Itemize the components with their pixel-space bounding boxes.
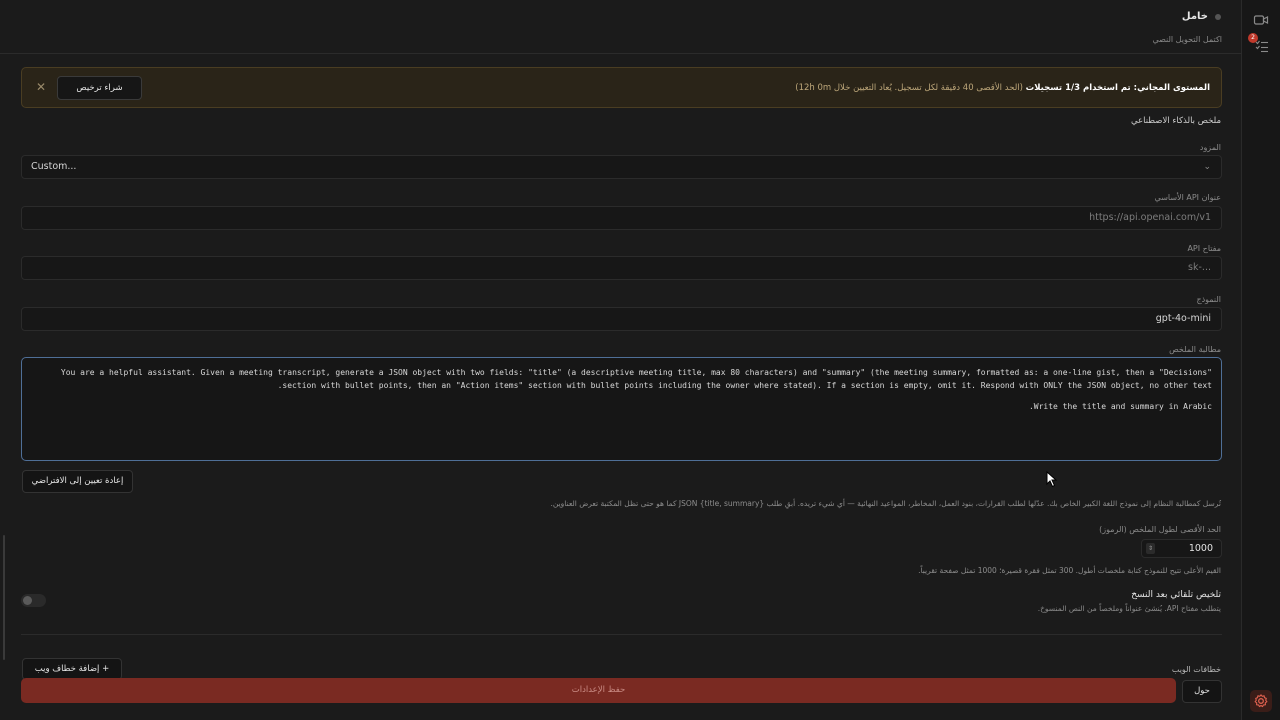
prompt-hint: تُرسل كمطالبة النظام إلى نموذج اللغة الك… (550, 499, 1221, 508)
prompt-paragraph: You are a helpful assistant. Given a mee… (56, 368, 1212, 390)
max-length-input[interactable]: ⇕ 1000 (1141, 539, 1222, 558)
divider (21, 634, 1222, 635)
status-dot (1215, 14, 1221, 20)
max-length-hint: القيم الأعلى تتيح للنموذج كتابة ملخصات أ… (918, 566, 1221, 575)
notification-badge: 2 (1248, 33, 1258, 43)
video-camera-icon[interactable] (1253, 12, 1269, 28)
prompt-paragraph: Write the title and summary in Arabic. (1028, 402, 1212, 411)
banner-muted-text: (الحد الأقصى 40 دقيقة لكل تسجيل. يُعاد ا… (795, 83, 1023, 93)
max-length-value: 1000 (1188, 543, 1213, 554)
auto-summarize-title: تلخيص تلقائي بعد النسخ (1131, 590, 1221, 600)
buy-license-button[interactable]: شراء ترخيص (57, 76, 142, 100)
stepper-icon[interactable]: ⇕ (1146, 543, 1155, 554)
summary-prompt-textarea[interactable]: You are a helpful assistant. Given a mee… (21, 357, 1222, 461)
provider-label: المزود (1199, 143, 1221, 152)
reset-default-button[interactable]: إعادة تعيين إلى الافتراضي (22, 470, 133, 493)
base-url-placeholder: https://api.openai.com/v1 (1089, 212, 1211, 223)
provider-value: Custom... (31, 161, 77, 172)
max-length-label: الحد الأقصى لطول الملخص (الرموز) (1099, 525, 1221, 534)
model-input[interactable]: gpt-4o-mini (21, 307, 1222, 331)
status-header: خامل اكتمل التحويل النصي (0, 0, 1242, 54)
prompt-label: مطالبة الملخص (1169, 345, 1221, 354)
api-key-input[interactable]: sk-... (21, 256, 1222, 280)
scrollbar[interactable] (3, 535, 5, 660)
chevron-down-icon: ⌄ (1203, 162, 1211, 172)
settings-panel: خامل اكتمل التحويل النصي المستوى المجاني… (0, 0, 1242, 720)
ai-summary-section-title: ملخص بالذكاء الاصطناعي (1130, 116, 1221, 126)
status-subtitle: اكتمل التحويل النصي (1152, 35, 1222, 44)
add-webhook-label: إضافة خطاف ويب (34, 664, 100, 674)
about-button[interactable]: حول (1182, 680, 1222, 703)
free-tier-banner: المستوى المجاني: تم استخدام 1/3 تسجيلات … (21, 67, 1222, 108)
right-rail (1242, 0, 1280, 720)
settings-nav-button[interactable] (1250, 690, 1272, 712)
gear-icon (1254, 694, 1268, 708)
api-key-label: مفتاح API (1187, 244, 1221, 253)
auto-summarize-hint: يتطلب مفتاح API. يُنشئ عنواناً وملخصاً م… (1037, 604, 1221, 613)
app-window: خامل اكتمل التحويل النصي المستوى المجاني… (0, 0, 1280, 720)
close-icon[interactable]: ✕ (34, 80, 48, 94)
banner-bold-text: المستوى المجاني: تم استخدام 1/3 تسجيلات (1025, 83, 1210, 93)
model-value: gpt-4o-mini (1155, 313, 1211, 324)
base-url-input[interactable]: https://api.openai.com/v1 (21, 206, 1222, 230)
provider-select[interactable]: Custom... ⌄ (21, 155, 1222, 179)
plus-icon: + (102, 664, 110, 674)
auto-summarize-toggle[interactable] (21, 594, 46, 607)
api-key-placeholder: sk-... (1188, 262, 1211, 273)
mouse-cursor-icon (1046, 471, 1058, 488)
save-settings-button[interactable]: حفظ الإعدادات (21, 678, 1176, 703)
banner-text: المستوى المجاني: تم استخدام 1/3 تسجيلات … (795, 83, 1210, 93)
webhooks-label: خطافات الويب (1171, 665, 1221, 674)
base-url-label: عنوان API الأساسي (1154, 193, 1221, 202)
model-label: النموذج (1196, 295, 1221, 304)
add-webhook-button[interactable]: + إضافة خطاف ويب (22, 658, 122, 680)
toggle-knob (23, 596, 32, 605)
status-title: خامل (1181, 11, 1208, 22)
